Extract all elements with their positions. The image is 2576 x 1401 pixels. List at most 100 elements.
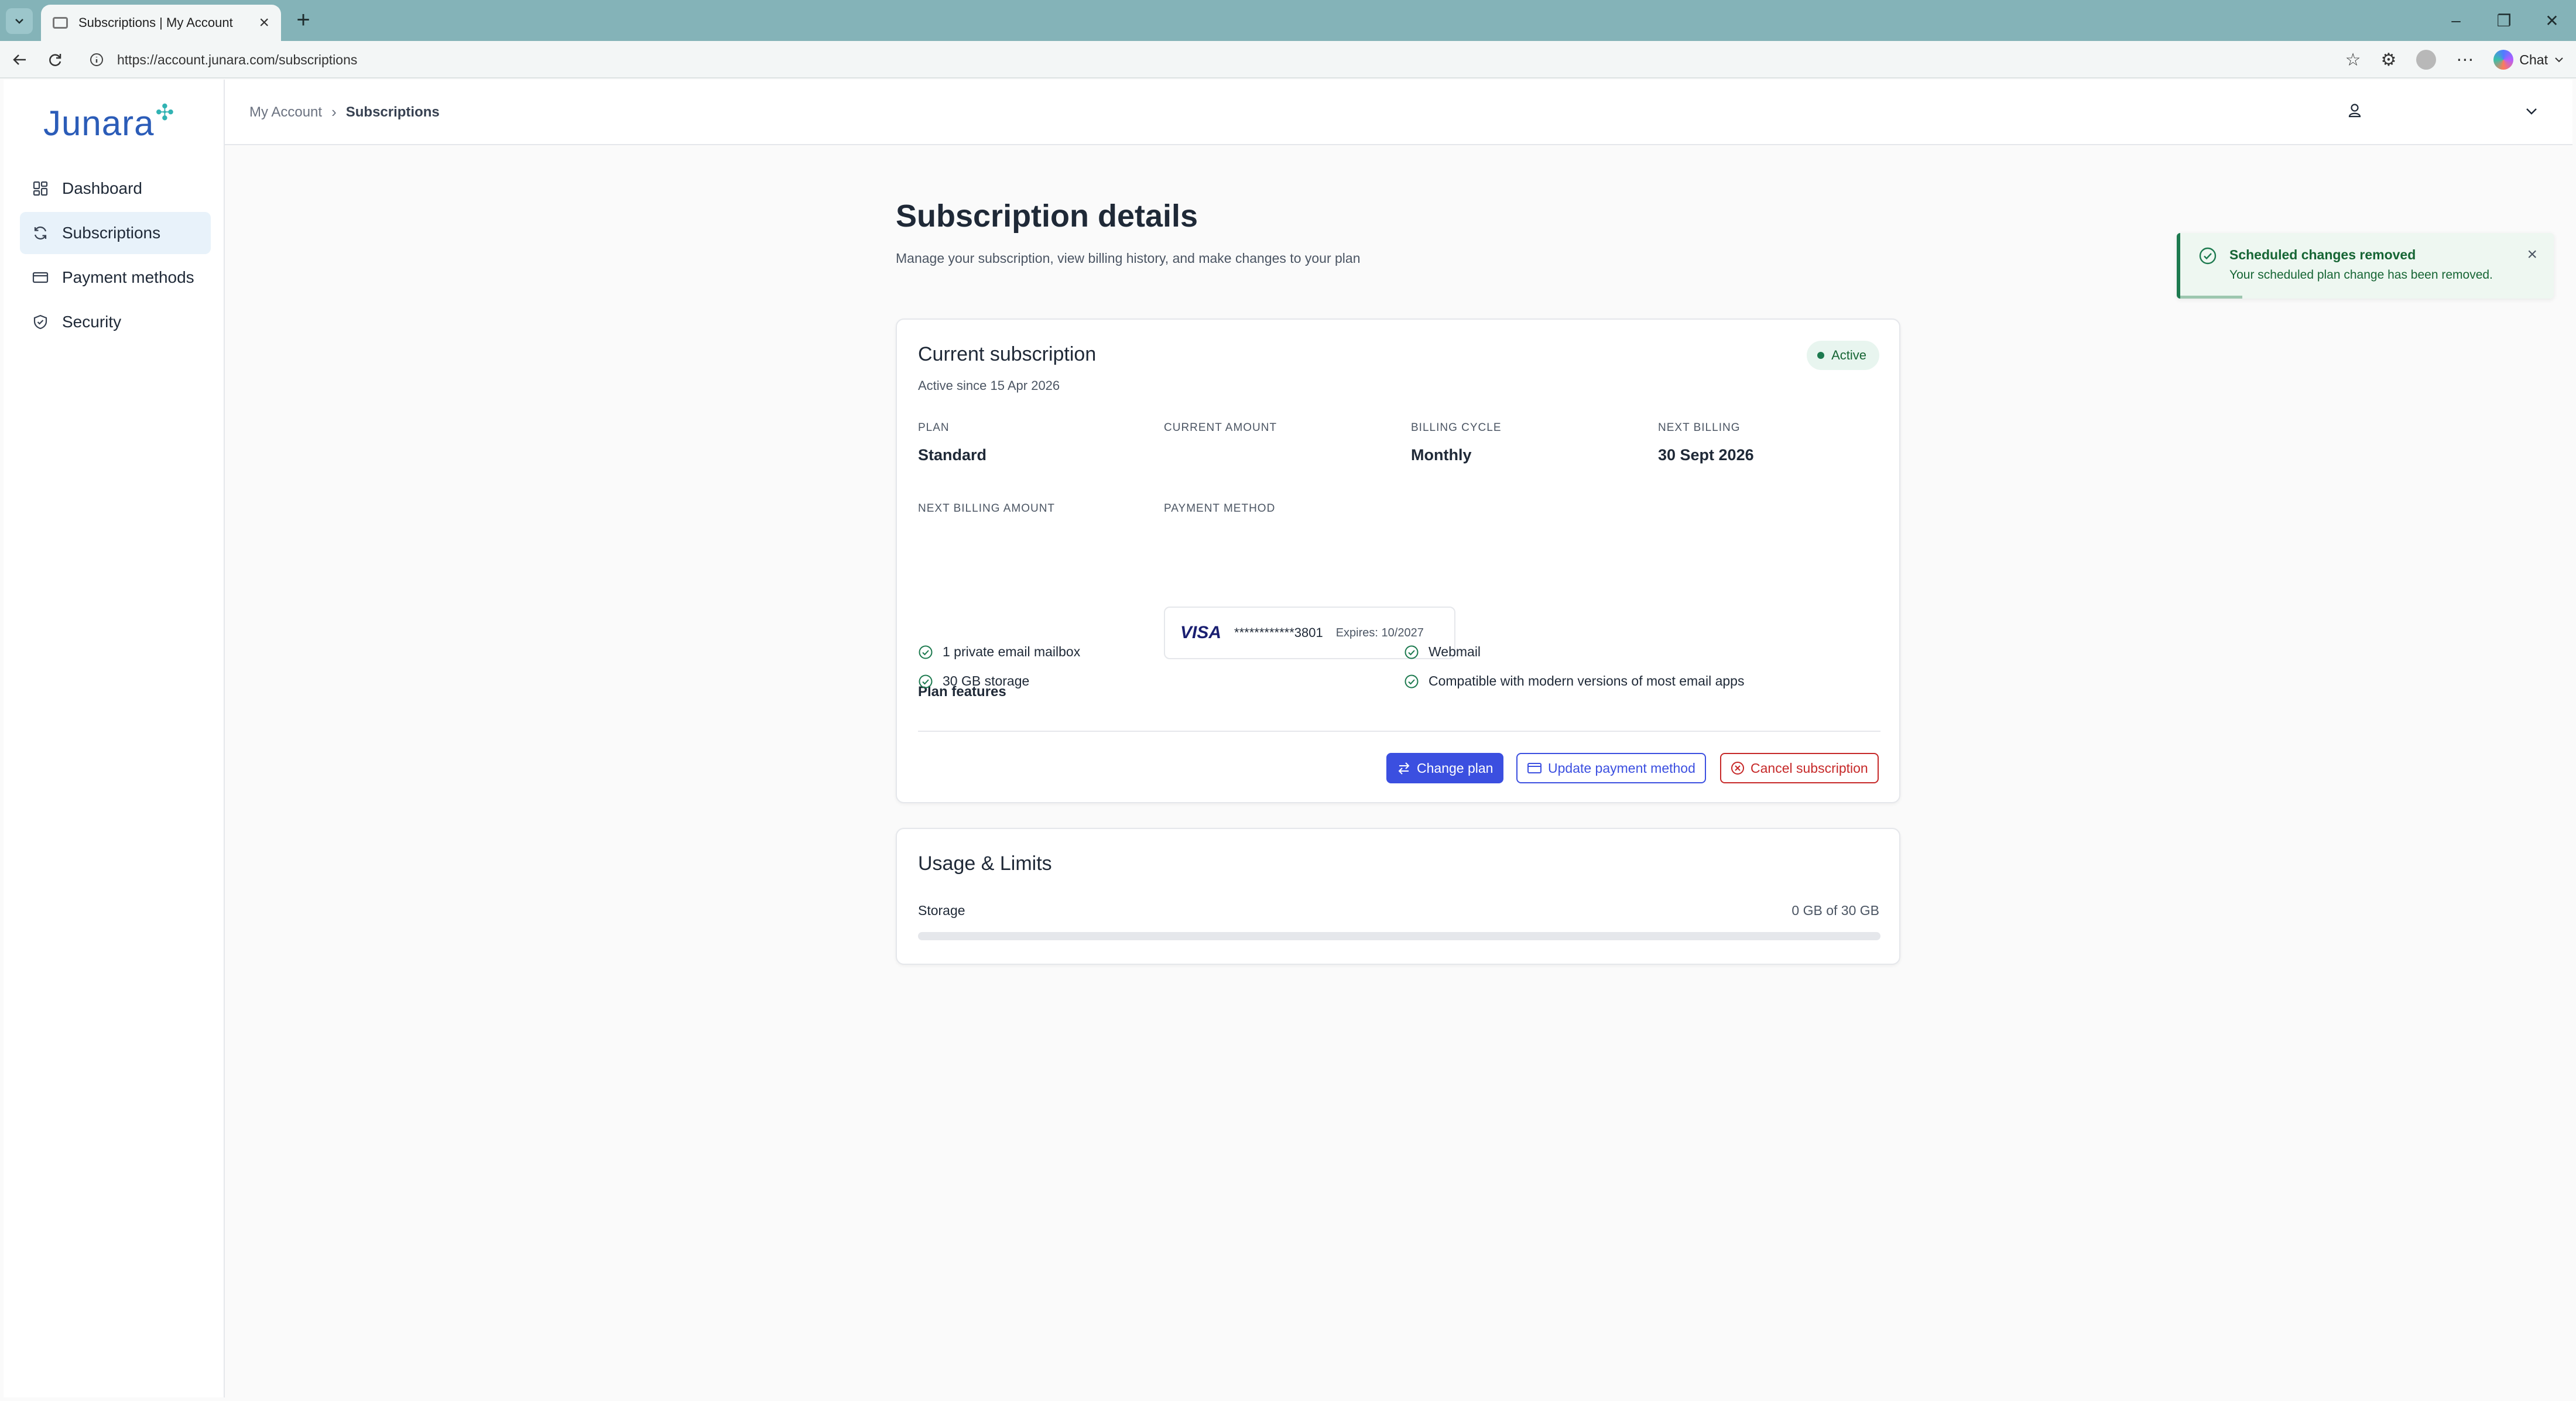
- site-info-icon[interactable]: [89, 52, 104, 67]
- refresh-icon: [32, 224, 49, 242]
- breadcrumb-my-account[interactable]: My Account: [249, 104, 322, 121]
- user-menu-chevron-icon[interactable]: [2521, 101, 2542, 122]
- swap-arrows-icon: [1398, 762, 1410, 775]
- billing-cycle-label: BILLING CYCLE: [1411, 422, 1502, 434]
- tab-close-icon[interactable]: ×: [259, 13, 269, 33]
- check-circle-icon: [919, 674, 933, 688]
- plan-field: PLAN Standard: [918, 422, 986, 464]
- current-amount-field: CURRENT AMOUNT: [1164, 422, 1277, 446]
- chevron-down-icon: [15, 19, 23, 24]
- page-subtitle: Manage your subscription, view billing h…: [896, 251, 1361, 266]
- cancel-subscription-button[interactable]: Cancel subscription: [1720, 753, 1879, 783]
- x-circle-icon: [1731, 762, 1744, 775]
- restore-icon[interactable]: ❐: [2480, 11, 2528, 30]
- chat-label: Chat: [2519, 52, 2548, 67]
- browser-toolbar: https://account.junara.com/subscriptions…: [0, 41, 2576, 78]
- credit-card-icon: [32, 269, 49, 286]
- browser-actions: ☆ ⚙ ⋯ Chat: [2345, 47, 2564, 73]
- tab-title: Subscriptions | My Account: [78, 15, 233, 30]
- page-title: Subscription details: [896, 198, 1198, 234]
- feature-item: 1 private email mailbox: [918, 644, 1080, 660]
- toast-close-icon[interactable]: ×: [2527, 245, 2537, 265]
- dashboard-icon: [32, 180, 49, 197]
- breadcrumb-current: Subscriptions: [345, 104, 440, 120]
- profile-avatar[interactable]: [2416, 50, 2437, 70]
- user-icon[interactable]: [2343, 100, 2366, 123]
- sidebar-item-label: Subscriptions: [62, 224, 161, 242]
- card-title: Current subscription: [918, 343, 1097, 365]
- chevron-right-icon: ›: [331, 103, 337, 121]
- status-badge: Active: [1807, 341, 1879, 370]
- address-bar[interactable]: https://account.junara.com/subscriptions: [81, 47, 2364, 73]
- chat-button[interactable]: Chat: [2493, 50, 2564, 70]
- status-label: Active: [1831, 348, 1866, 362]
- sidebar: Junara ✣ Dashboard Subscriptions Payment…: [4, 80, 225, 1397]
- shield-icon: [32, 313, 49, 331]
- usage-limits-card: Usage & Limits Storage 0 GB of 30 GB: [896, 828, 1900, 965]
- toast-title: Scheduled changes removed: [2229, 247, 2416, 262]
- visa-logo: VISA: [1180, 623, 1222, 642]
- top-bar: My Account › Subscriptions: [225, 80, 2572, 145]
- sidebar-item-label: Payment methods: [62, 268, 194, 286]
- payment-method-label: PAYMENT METHOD: [1164, 502, 1276, 515]
- check-circle-icon: [2199, 247, 2217, 265]
- card-expiry: Expires: 10/2027: [1335, 626, 1424, 639]
- page: Junara ✣ Dashboard Subscriptions Payment…: [4, 80, 2572, 1397]
- check-circle-icon: [1405, 674, 1419, 688]
- storage-label: Storage: [918, 903, 965, 918]
- sidebar-item-label: Dashboard: [62, 179, 142, 197]
- brand-mark-icon: ✣: [155, 101, 175, 125]
- update-payment-method-button[interactable]: Update payment method: [1516, 753, 1706, 783]
- window-controls: – ❐ ✕: [2432, 0, 2576, 41]
- next-billing-amount-field: NEXT BILLING AMOUNT: [918, 502, 1055, 527]
- next-billing-label: NEXT BILLING: [1658, 422, 1741, 434]
- toast-notification: Scheduled changes removed Your scheduled…: [2177, 233, 2554, 299]
- active-since: Active since 15 Apr 2026: [918, 378, 1060, 393]
- brand-logo[interactable]: Junara ✣: [43, 101, 175, 143]
- breadcrumb: My Account › Subscriptions: [249, 103, 440, 121]
- cancel-subscription-label: Cancel subscription: [1751, 760, 1868, 776]
- copilot-icon: [2493, 50, 2514, 70]
- toast-message: Your scheduled plan change has been remo…: [2229, 268, 2493, 282]
- feature-label: 30 GB storage: [943, 673, 1030, 688]
- sidebar-item-subscriptions[interactable]: Subscriptions: [20, 212, 211, 254]
- extensions-icon[interactable]: ⚙: [2381, 50, 2397, 70]
- brand-name: Junara: [43, 104, 155, 143]
- tab-list-button[interactable]: [6, 8, 33, 34]
- current-amount-label: CURRENT AMOUNT: [1164, 422, 1277, 434]
- check-circle-icon: [919, 645, 933, 659]
- sidebar-item-security[interactable]: Security: [20, 301, 211, 343]
- feature-label: Compatible with modern versions of most …: [1429, 673, 1745, 688]
- browser-tab-active[interactable]: Subscriptions | My Account ×: [41, 5, 281, 41]
- divider: [918, 731, 1880, 732]
- toast-timer-bar: [2180, 296, 2242, 299]
- sidebar-item-label: Security: [62, 313, 122, 331]
- minimize-icon[interactable]: –: [2432, 11, 2480, 30]
- reload-icon[interactable]: [42, 47, 68, 73]
- next-billing-field: NEXT BILLING 30 Sept 2026: [1658, 422, 1754, 464]
- credit-card-icon: [1527, 763, 1542, 773]
- card-number: ************3801: [1234, 625, 1323, 640]
- new-tab-button[interactable]: +: [290, 7, 316, 33]
- sidebar-item-dashboard[interactable]: Dashboard: [20, 167, 211, 210]
- bookmark-star-icon[interactable]: ☆: [2345, 50, 2361, 70]
- payment-method-field: PAYMENT METHOD: [1164, 502, 1275, 515]
- change-plan-button[interactable]: Change plan: [1386, 753, 1504, 783]
- back-arrow-icon[interactable]: [7, 47, 33, 73]
- chevron-down-icon: [2555, 57, 2563, 63]
- next-billing-amount-label: NEXT BILLING AMOUNT: [918, 502, 1056, 515]
- card-title: Usage & Limits: [918, 852, 1052, 875]
- billing-cycle-value: Monthly: [1411, 446, 1472, 464]
- sidebar-item-payment-methods[interactable]: Payment methods: [20, 256, 211, 299]
- update-payment-label: Update payment method: [1548, 760, 1695, 776]
- window-close-icon[interactable]: ✕: [2528, 11, 2576, 30]
- storage-progress-bar: [918, 932, 1880, 940]
- feature-label: 1 private email mailbox: [943, 644, 1081, 659]
- mail-favicon-icon: [53, 17, 68, 29]
- storage-value: 0 GB of 30 GB: [1791, 903, 1879, 918]
- current-subscription-card: Current subscription Active since 15 Apr…: [896, 318, 1900, 803]
- status-dot-icon: [1817, 352, 1825, 359]
- feature-item: Compatible with modern versions of most …: [1404, 673, 1744, 689]
- more-menu-icon[interactable]: ⋯: [2456, 50, 2474, 70]
- feature-item: 30 GB storage: [918, 673, 1029, 689]
